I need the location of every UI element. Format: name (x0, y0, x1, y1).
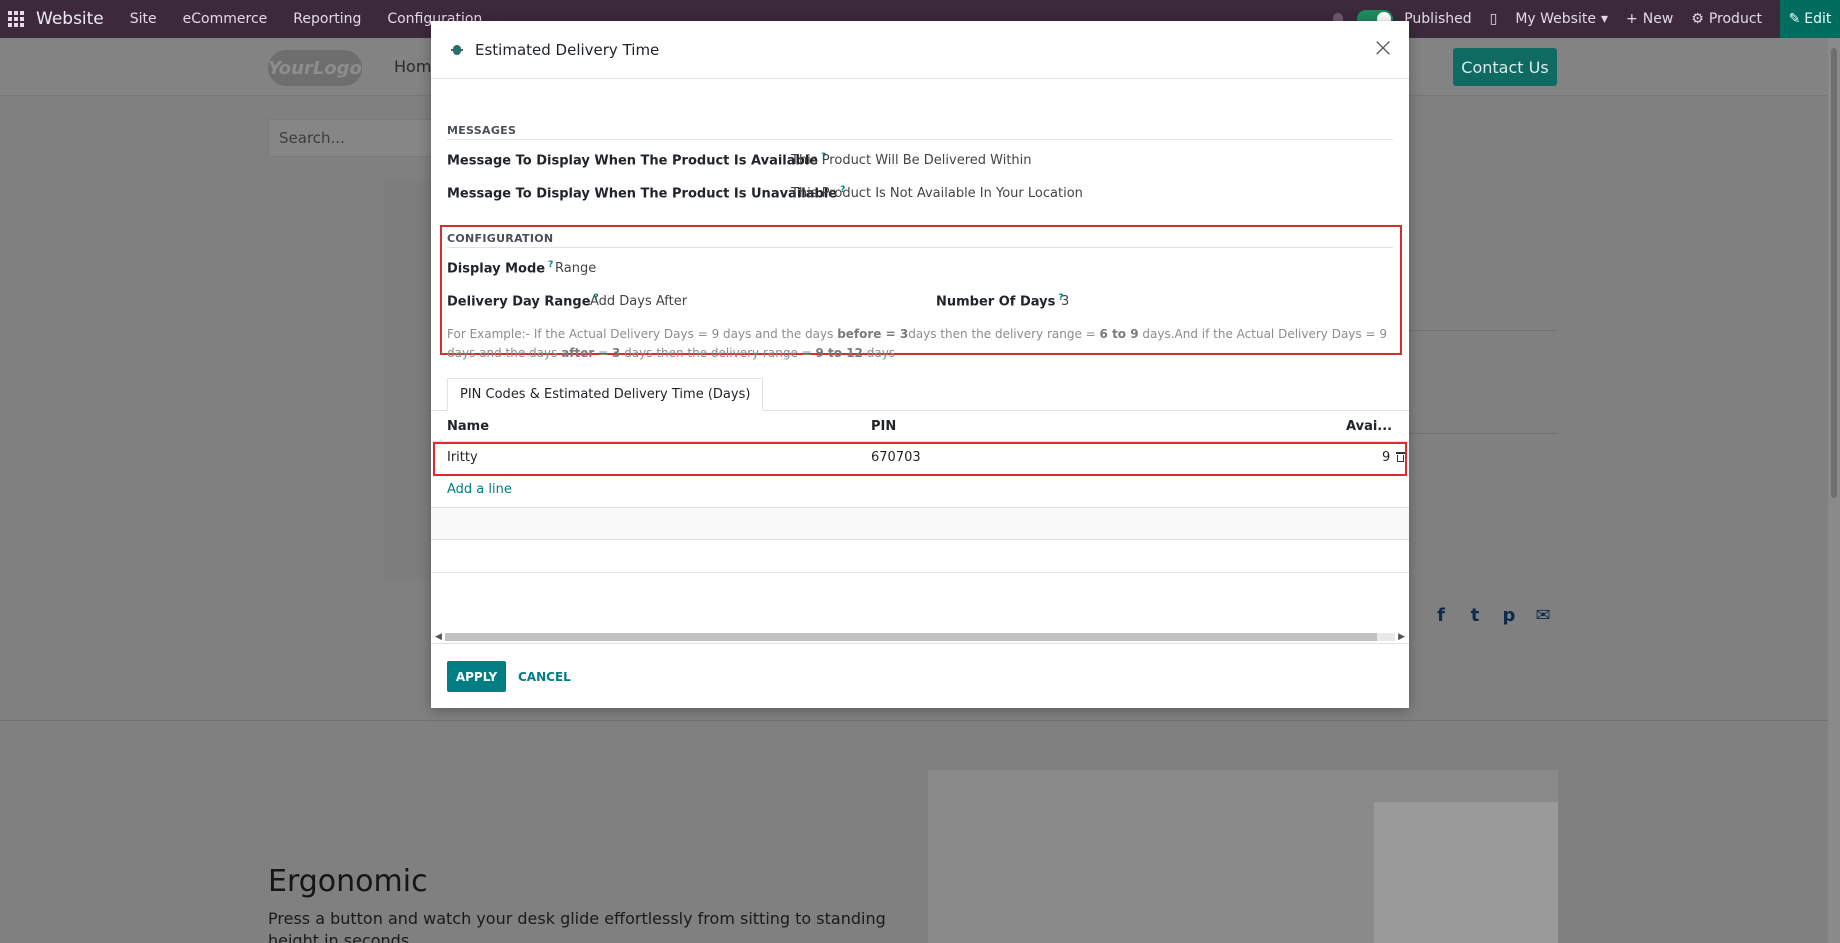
hero-image (928, 770, 1558, 943)
new-button[interactable]: + New (1626, 11, 1673, 27)
help-tooltip-icon[interactable]: ? (548, 260, 553, 270)
table-bottom-divider (431, 572, 1409, 573)
scroll-left-icon[interactable]: ◀ (435, 632, 442, 642)
menu-ecommerce[interactable]: eCommerce (183, 11, 268, 27)
section-divider (447, 247, 1393, 248)
column-header-pin[interactable]: PIN (871, 419, 896, 434)
hero-title: Ergonomic (268, 864, 428, 899)
website-selector[interactable]: My Website ▾ (1515, 11, 1608, 27)
email-icon[interactable]: ✉ (1532, 604, 1554, 626)
dialog-title: Estimated Delivery Time (475, 40, 660, 59)
navbar-brand[interactable]: Website (36, 9, 104, 29)
pencil-icon: ✎ (1788, 11, 1801, 27)
menu-site[interactable]: Site (130, 11, 157, 27)
add-a-line-link[interactable]: Add a line (447, 482, 512, 497)
menu-reporting[interactable]: Reporting (293, 11, 361, 27)
caret-down-icon: ▾ (1600, 11, 1608, 27)
contact-us-button[interactable]: Contact Us (1453, 48, 1557, 86)
tab-pin-codes[interactable]: PIN Codes & Estimated Delivery Time (Day… (447, 378, 764, 411)
mobile-preview-icon[interactable]: ▯ (1490, 11, 1498, 27)
published-label: Published (1404, 11, 1472, 27)
number-of-days-label: Number Of Days? (936, 293, 1064, 310)
horizontal-scrollbar[interactable]: ◀ ▶ (431, 629, 1409, 643)
apps-menu-icon[interactable] (2, 0, 30, 38)
close-icon[interactable]: × (1371, 35, 1395, 61)
dialog-header: Estimated Delivery Time (431, 21, 1409, 79)
site-logo[interactable]: YourLogo (268, 50, 362, 86)
configuration-section-title: CONFIGURATION (447, 232, 554, 245)
messages-section-title: MESSAGES (447, 124, 517, 137)
facebook-icon[interactable]: f (1430, 604, 1452, 626)
delivery-day-range-field[interactable]: Add Days After (590, 294, 687, 309)
divider (0, 720, 1828, 721)
cancel-button[interactable]: CANCEL (518, 661, 571, 692)
empty-table-row (431, 507, 1409, 539)
trash-icon[interactable] (1396, 452, 1405, 463)
gear-icon: ⚙ (1691, 11, 1704, 27)
divider (1409, 433, 1558, 434)
section-divider (447, 139, 1393, 140)
new-label: New (1642, 11, 1674, 27)
edit-label: Edit (1804, 11, 1832, 27)
example-hint-text: For Example:- If the Actual Delivery Day… (447, 327, 1387, 360)
edit-button[interactable]: ✎ Edit (1780, 0, 1840, 38)
product-label: Product (1708, 11, 1762, 27)
available-message-label: Message To Display When The Product Is A… (447, 152, 827, 169)
display-mode-label: Display Mode? (447, 260, 554, 277)
column-header-available[interactable]: Avai... (1346, 419, 1392, 434)
plus-icon: + (1626, 11, 1638, 27)
table-cell-name[interactable]: Iritty (447, 450, 478, 465)
page-scrollbar[interactable] (1828, 38, 1840, 943)
delivery-day-range-label: Delivery Day Range? (447, 293, 599, 310)
table-cell-pin[interactable]: 670703 (871, 450, 921, 465)
product-button[interactable]: ⚙ Product (1691, 11, 1762, 27)
footer-divider (431, 643, 1409, 644)
twitter-icon[interactable]: t (1464, 604, 1486, 626)
scroll-right-icon[interactable]: ▶ (1398, 632, 1405, 642)
table-cell-available[interactable]: 9 (1382, 450, 1390, 465)
bug-icon (451, 44, 463, 56)
display-mode-field[interactable]: Range (555, 261, 596, 276)
column-header-name[interactable]: Name (447, 419, 489, 434)
pinterest-icon[interactable]: p (1498, 604, 1520, 626)
unavailable-message-label: Message To Display When The Product Is U… (447, 185, 846, 202)
estimated-delivery-dialog: Estimated Delivery Time × MESSAGES Messa… (431, 21, 1409, 708)
number-of-days-field[interactable]: 3 (1061, 294, 1069, 309)
social-links: f t p ✉ (1430, 604, 1554, 626)
hero-text: Press a button and watch your desk glide… (268, 909, 886, 943)
website-selector-label: My Website (1515, 11, 1596, 27)
available-message-field[interactable]: This Product Will Be Delivered Within (791, 153, 1032, 168)
divider (1409, 330, 1558, 331)
empty-table-row (431, 539, 1409, 540)
apply-button[interactable]: APPLY (447, 661, 506, 692)
unavailable-message-field[interactable]: This Product Is Not Available In Your Lo… (791, 186, 1083, 201)
